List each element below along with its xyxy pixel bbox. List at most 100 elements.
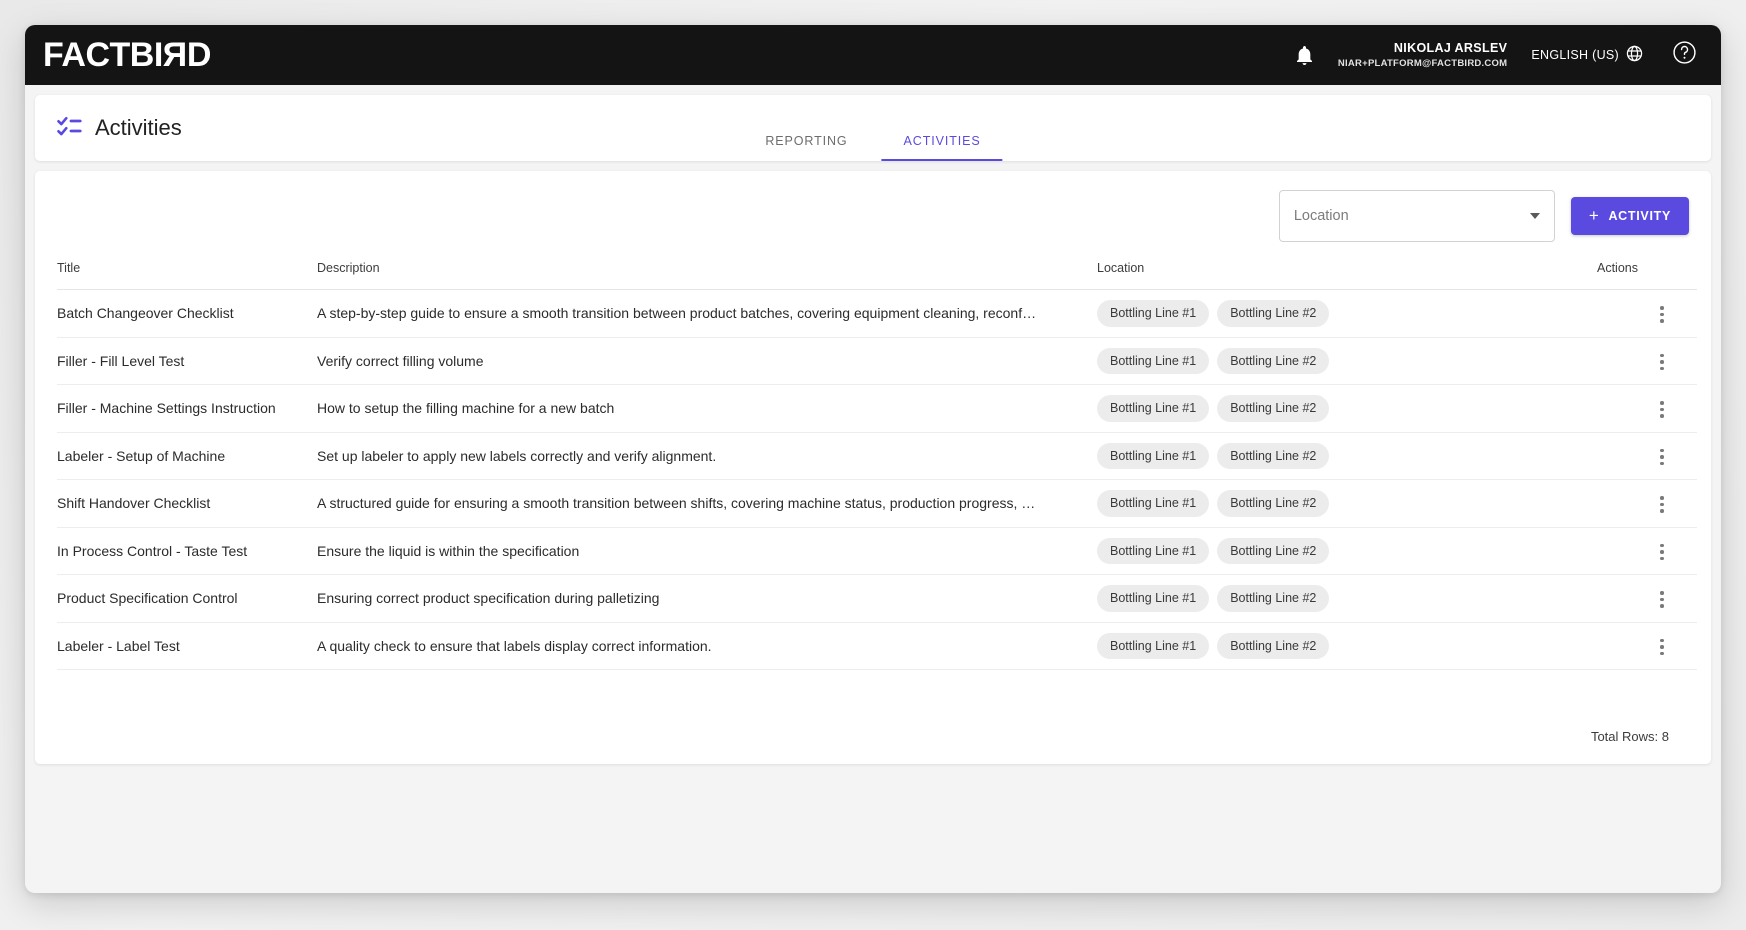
cell-title: Batch Changeover Checklist (57, 289, 317, 338)
kebab-menu-icon[interactable] (1647, 300, 1677, 330)
add-activity-label: ACTIVITY (1608, 209, 1671, 223)
column-header-location[interactable]: Location (1097, 261, 1597, 290)
location-chips: Bottling Line #1 Bottling Line #2 (1097, 347, 1597, 374)
cell-title: Shift Handover Checklist (57, 479, 317, 528)
cell-title: Filler - Fill Level Test (57, 337, 317, 385)
location-chip: Bottling Line #2 (1217, 442, 1330, 469)
cell-actions (1597, 432, 1697, 480)
table-row[interactable]: Product Specification Control Ensuring co… (57, 574, 1697, 623)
activity-title: Labeler - Setup of Machine (57, 447, 226, 464)
activity-title: In Process Control - Taste Test (57, 542, 248, 559)
table-row[interactable]: Filler - Machine Settings Instruction How… (57, 384, 1697, 433)
plus-icon: + (1588, 205, 1600, 225)
user-name: NIKOLAJ ARSLEV (1393, 40, 1508, 55)
kebab-menu-icon[interactable] (1647, 442, 1677, 472)
cell-location: Bottling Line #1 Bottling Line #2 (1097, 574, 1597, 623)
kebab-menu-icon[interactable] (1647, 632, 1677, 662)
tab-reporting[interactable]: REPORTING (737, 95, 875, 161)
location-chip: Bottling Line #2 (1217, 300, 1330, 327)
location-chip: Bottling Line #1 (1097, 632, 1210, 659)
location-chip: Bottling Line #1 (1097, 347, 1210, 374)
activity-description: A structured guide for ensuring a smooth… (317, 495, 1036, 512)
cell-description: A step-by-step guide to ensure a smooth … (317, 289, 1097, 338)
page-content: Activities REPORTING ACTIVITIES Location… (25, 85, 1721, 893)
table-row[interactable]: Labeler - Setup of Machine Set up labeler… (57, 432, 1697, 480)
location-chip: Bottling Line #1 (1097, 490, 1210, 517)
logo-text-part-1: FACTBI (43, 36, 163, 74)
location-chip: Bottling Line #2 (1217, 632, 1330, 659)
activity-description: Ensuring correct product specification d… (317, 590, 660, 607)
user-email: NIAR+PLATFORM@FACTBIRD.COM (1337, 57, 1508, 69)
activity-description: Verify correct filling volume (317, 352, 484, 369)
kebab-menu-icon[interactable] (1647, 347, 1677, 377)
cell-actions (1597, 574, 1697, 623)
tab-activities[interactable]: ACTIVITIES (876, 95, 1009, 161)
activity-description: Ensure the liquid is within the specific… (317, 542, 580, 559)
page-tabs: REPORTING ACTIVITIES (737, 95, 1008, 161)
activity-description: How to setup the filling machine for a n… (317, 400, 615, 417)
location-chip: Bottling Line #1 (1097, 300, 1210, 327)
location-chips: Bottling Line #1 Bottling Line #2 (1097, 632, 1597, 659)
kebab-menu-icon[interactable] (1647, 585, 1677, 615)
cell-location: Bottling Line #1 Bottling Line #2 (1097, 527, 1597, 575)
cell-description: A structured guide for ensuring a smooth… (317, 479, 1097, 528)
cell-title: Labeler - Label Test (57, 622, 317, 670)
table-row[interactable]: Filler - Fill Level Test Verify correct f… (57, 337, 1697, 385)
factbird-logo[interactable]: FACTBI R D (33, 36, 212, 74)
location-chips: Bottling Line #1 Bottling Line #2 (1097, 300, 1597, 327)
cell-title: Filler - Machine Settings Instruction (57, 384, 317, 433)
cell-title: Labeler - Setup of Machine (57, 432, 317, 480)
help-circle-icon (1672, 40, 1697, 70)
cell-actions (1597, 384, 1697, 433)
bell-icon (1296, 45, 1313, 65)
page-header-card: Activities REPORTING ACTIVITIES (35, 95, 1711, 161)
column-header-title[interactable]: Title (57, 261, 317, 290)
kebab-menu-icon[interactable] (1647, 490, 1677, 520)
table-footer: Total Rows: 8 (35, 708, 1711, 764)
globe-icon (1626, 45, 1643, 65)
location-chip: Bottling Line #1 (1097, 585, 1210, 612)
activity-title: Filler - Fill Level Test (57, 352, 185, 369)
cell-location: Bottling Line #1 Bottling Line #2 (1097, 337, 1597, 385)
location-chips: Bottling Line #1 Bottling Line #2 (1097, 490, 1597, 517)
location-filter-select[interactable]: Location (1278, 190, 1555, 242)
table-row[interactable]: Labeler - Label Test A quality check to e… (57, 622, 1697, 670)
kebab-menu-icon[interactable] (1647, 537, 1677, 567)
language-label: ENGLISH (US) (1531, 48, 1619, 62)
activity-description: A quality check to ensure that labels di… (317, 637, 712, 654)
activity-title: Batch Changeover Checklist (57, 305, 234, 322)
checklist-icon (57, 115, 83, 142)
activities-table: Title Description Location Actions Batch… (57, 261, 1697, 670)
location-chip: Bottling Line #1 (1097, 442, 1210, 469)
table-body: Batch Changeover Checklist A step-by-step… (57, 289, 1697, 670)
table-toolbar: Location + ACTIVITY (35, 171, 1711, 261)
table-row[interactable]: In Process Control - Taste Test Ensure th… (57, 527, 1697, 575)
location-chips: Bottling Line #1 Bottling Line #2 (1097, 585, 1597, 612)
add-activity-button[interactable]: + ACTIVITY (1570, 197, 1689, 235)
topbar-right-controls: NIKOLAJ ARSLEV NIAR+PLATFORM@FACTBIRD.CO… (1286, 36, 1699, 74)
location-chips: Bottling Line #1 Bottling Line #2 (1097, 537, 1597, 564)
location-chips: Bottling Line #1 Bottling Line #2 (1097, 442, 1597, 469)
user-info[interactable]: NIKOLAJ ARSLEV NIAR+PLATFORM@FACTBIRD.CO… (1338, 41, 1507, 69)
column-header-description[interactable]: Description (317, 261, 1097, 290)
location-chip: Bottling Line #2 (1217, 395, 1330, 422)
logo-text-part-2: D (186, 36, 212, 74)
notifications-button[interactable] (1286, 36, 1324, 74)
location-chip: Bottling Line #1 (1097, 395, 1210, 422)
table-row[interactable]: Shift Handover Checklist A structured gui… (57, 479, 1697, 528)
kebab-menu-icon[interactable] (1647, 395, 1677, 425)
cell-description: A quality check to ensure that labels di… (317, 622, 1097, 670)
activity-title: Shift Handover Checklist (57, 495, 211, 512)
cell-description: Ensure the liquid is within the specific… (317, 527, 1097, 575)
logo-mirrored-r: R (162, 36, 187, 74)
help-button[interactable] (1669, 40, 1699, 70)
language-selector[interactable]: ENGLISH (US) (1531, 45, 1643, 65)
cell-actions (1597, 337, 1697, 385)
cell-location: Bottling Line #1 Bottling Line #2 (1097, 622, 1597, 670)
activity-title: Product Specification Control (57, 590, 238, 607)
total-rows-label: Total Rows: 8 (1590, 728, 1669, 744)
location-chip: Bottling Line #2 (1217, 347, 1330, 374)
cell-title: In Process Control - Taste Test (57, 527, 317, 575)
table-row[interactable]: Batch Changeover Checklist A step-by-step… (57, 289, 1697, 338)
page-title-group: Activities (57, 115, 182, 142)
